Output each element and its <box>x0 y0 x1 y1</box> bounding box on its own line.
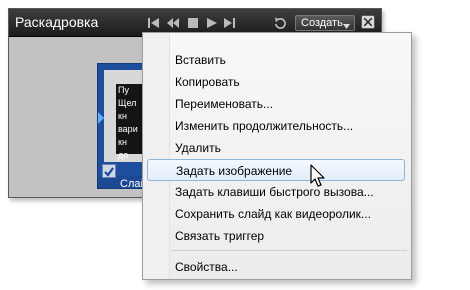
slide-marker-icon <box>98 112 104 124</box>
loop-icon[interactable] <box>274 16 286 29</box>
panel-title: Раскадровка <box>15 14 99 30</box>
menu-item-change-duration[interactable]: Изменить продолжительность... <box>147 116 405 136</box>
menu-item-label: Задать изображение <box>176 164 293 178</box>
rewind-icon[interactable] <box>167 17 179 28</box>
menu-item-set-shortcut[interactable]: Задать клавиши быстрого вызова... <box>147 182 405 202</box>
menu-item-label: Изменить продолжительность... <box>175 119 354 133</box>
skip-to-end-icon[interactable] <box>224 17 236 28</box>
slide-checkbox[interactable] <box>102 164 116 178</box>
context-menu: Вставить Копировать Переименовать... Изм… <box>142 32 412 280</box>
menu-item-rename[interactable]: Переименовать... <box>147 94 405 114</box>
menu-item-label: Переименовать... <box>175 97 273 111</box>
close-button[interactable] <box>361 15 375 29</box>
play-icon[interactable] <box>206 17 218 28</box>
menu-item-label: Сохранить слайд как видеоролик... <box>175 207 371 221</box>
mouse-cursor-icon <box>310 164 328 195</box>
stop-icon[interactable] <box>187 17 199 28</box>
menu-item-label: Копировать <box>175 75 240 89</box>
menu-item-properties[interactable]: Свойства... <box>147 257 405 277</box>
create-button-label: Создать <box>301 17 343 29</box>
menu-item-label: Вставить <box>175 53 226 67</box>
menu-item-delete[interactable]: Удалить <box>147 138 405 158</box>
menu-item-label: Задать клавиши быстрого вызова... <box>175 185 374 199</box>
menu-item-label: Удалить <box>175 141 221 155</box>
menu-item-copy[interactable]: Копировать <box>147 72 405 92</box>
menu-item-label: Связать триггер <box>175 229 265 243</box>
skip-to-start-icon[interactable] <box>148 17 160 28</box>
menu-item-link-trigger[interactable]: Связать триггер <box>147 226 405 246</box>
checkmark-icon <box>104 167 114 177</box>
create-button[interactable]: Создать <box>295 15 355 31</box>
close-icon <box>364 18 372 26</box>
menu-item-set-image[interactable]: Задать изображение <box>147 159 405 181</box>
menu-item-save-as-video[interactable]: Сохранить слайд как видеоролик... <box>147 204 405 224</box>
menu-separator <box>171 250 407 251</box>
menu-item-label: Свойства... <box>175 260 238 274</box>
chevron-down-icon <box>343 20 350 32</box>
menu-item-paste[interactable]: Вставить <box>147 50 405 70</box>
